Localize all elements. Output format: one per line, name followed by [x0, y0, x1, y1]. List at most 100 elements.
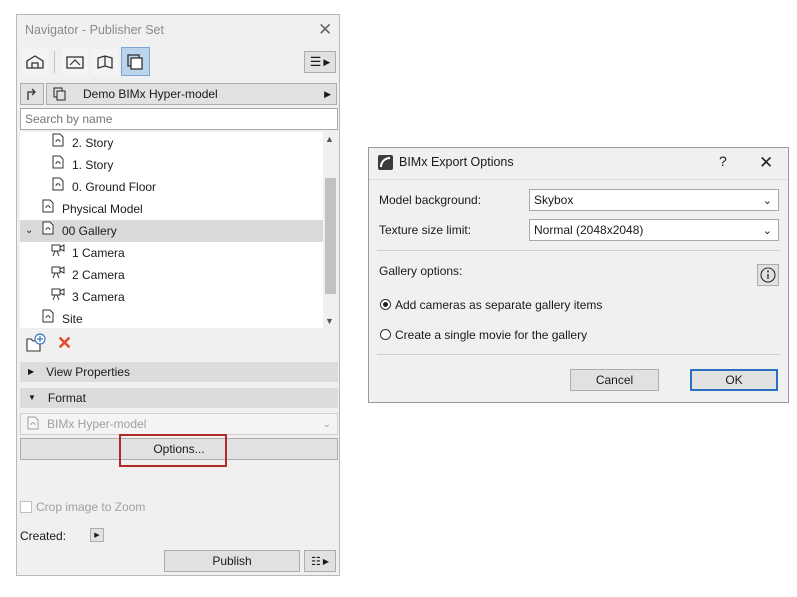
publish-button-label: Publish	[212, 554, 252, 568]
toolbar-divider	[54, 51, 55, 73]
tree-item-label: 1. Story	[72, 158, 114, 172]
story-view-icon	[50, 176, 66, 199]
chevron-down-icon[interactable]: ⌄	[25, 220, 33, 242]
camera-icon	[50, 264, 66, 286]
navigator-tree: 2. Story 1. Story 0. Ground Floor Physic…	[20, 132, 338, 328]
radio-single-label: Create a single movie for the gallery	[395, 328, 588, 342]
created-expand-button[interactable]: ▶	[90, 528, 104, 542]
chevron-down-icon: ▼	[28, 393, 36, 402]
section-label: Format	[47, 391, 86, 405]
format-header[interactable]: ▼ Format	[20, 388, 338, 408]
tree-item[interactable]: Physical Model	[20, 198, 338, 220]
tree-item[interactable]: 1 Camera	[20, 242, 338, 264]
publisher-set-selector[interactable]: Demo BIMx Hyper-model ▶	[46, 83, 337, 105]
title-divider	[369, 179, 788, 180]
highlight-box	[119, 434, 227, 467]
tree-item[interactable]: Site	[20, 308, 338, 328]
bimx-format-icon	[25, 415, 41, 434]
model-background-select[interactable]: Skybox ⌄	[529, 189, 779, 211]
dialog-title: BIMx Export Options	[399, 155, 514, 169]
section-label: View Properties	[46, 365, 130, 379]
tree-item-label: Physical Model	[62, 202, 143, 216]
tree-item-label: 0. Ground Floor	[72, 180, 157, 194]
model-background-value: Skybox	[534, 193, 574, 207]
texture-size-value: Normal (2048x2048)	[534, 223, 644, 237]
cancel-button[interactable]: Cancel	[570, 369, 659, 391]
tree-item[interactable]: 1. Story	[20, 154, 338, 176]
chevron-down-icon: ⌄	[322, 418, 331, 430]
format-select: BIMx Hyper-model ⌄	[20, 413, 338, 435]
scroll-down-icon[interactable]: ▼	[325, 316, 334, 326]
up-arrow-icon	[27, 88, 36, 100]
info-button[interactable]	[757, 264, 779, 286]
tree-item[interactable]: 2. Story	[20, 132, 338, 154]
cancel-button-label: Cancel	[595, 373, 634, 387]
radio-separate-label: Add cameras as separate gallery items	[395, 298, 603, 312]
ok-button[interactable]: OK	[690, 369, 778, 391]
go-up-button[interactable]	[20, 83, 44, 105]
new-folder-icon[interactable]	[25, 333, 47, 356]
delete-icon[interactable]: ✕	[57, 334, 72, 352]
chevron-right-icon: ▶	[28, 367, 35, 376]
divider	[377, 250, 780, 251]
close-icon[interactable]: ✕	[759, 154, 773, 171]
publish-button[interactable]: Publish	[164, 550, 300, 572]
navigator-menu-button[interactable]: ☰ ▶	[304, 51, 336, 73]
tree-scrollbar[interactable]: ▲ ▼	[323, 132, 338, 328]
publish-options-button[interactable]: ☷ ▶	[304, 550, 336, 572]
close-icon[interactable]: ✕	[318, 21, 332, 38]
project-map-icon[interactable]	[22, 49, 48, 75]
chevron-down-icon: ⌄	[762, 224, 772, 237]
chevron-right-icon: ▶	[322, 556, 330, 566]
story-view-icon	[50, 132, 66, 155]
texture-size-select[interactable]: Normal (2048x2048) ⌄	[529, 219, 779, 241]
chevron-right-icon: ▶	[324, 88, 331, 99]
crop-label: Crop image to Zoom	[36, 500, 146, 514]
radio-separate-items[interactable]	[380, 299, 391, 310]
gallery-folder-icon	[40, 220, 56, 243]
help-button[interactable]: ?	[719, 153, 727, 169]
hamburger-icon: ☰	[309, 54, 322, 69]
tree-item-label: 2 Camera	[72, 268, 125, 282]
set-icon	[53, 87, 66, 101]
layout-book-icon[interactable]	[92, 49, 118, 75]
tree-item-selected[interactable]: ⌄ 00 Gallery	[20, 220, 338, 242]
story-view-icon	[50, 154, 66, 177]
publisher-sets-icon[interactable]	[121, 47, 150, 76]
camera-icon	[50, 286, 66, 308]
navigator-panel: Navigator - Publisher Set ✕ ☰ ▶ Demo BIM…	[16, 14, 340, 576]
texture-size-label: Texture size limit:	[379, 223, 472, 237]
bimx-export-options-dialog: BIMx Export Options ? ✕ Model background…	[368, 147, 789, 403]
camera-icon	[50, 242, 66, 264]
view-properties-header[interactable]: ▶ View Properties	[20, 362, 338, 382]
tree-item-label: 3 Camera	[72, 290, 125, 304]
chevron-right-icon: ▶	[323, 56, 331, 67]
scrollbar-thumb[interactable]	[325, 178, 336, 294]
format-value: BIMx Hyper-model	[47, 417, 147, 431]
gallery-options-label: Gallery options:	[379, 264, 463, 278]
model-view-icon	[40, 198, 56, 221]
site-view-icon	[40, 308, 56, 329]
list-icon: ☷	[310, 555, 321, 568]
tree-item-label: Site	[62, 312, 83, 326]
tree-item[interactable]: 2 Camera	[20, 264, 338, 286]
model-background-label: Model background:	[379, 193, 482, 207]
navigator-title: Navigator - Publisher Set	[25, 23, 164, 37]
tree-item-label: 2. Story	[72, 136, 114, 150]
divider	[377, 354, 780, 355]
scroll-up-icon[interactable]: ▲	[325, 134, 334, 144]
ok-button-label: OK	[725, 373, 743, 387]
set-name: Demo BIMx Hyper-model	[83, 87, 218, 101]
radio-single-movie[interactable]	[380, 329, 391, 340]
tree-item[interactable]: 3 Camera	[20, 286, 338, 308]
search-input[interactable]	[20, 108, 338, 130]
created-label: Created:	[20, 529, 67, 543]
info-icon	[760, 267, 776, 283]
view-map-icon[interactable]	[62, 49, 88, 75]
tree-item-label: 1 Camera	[72, 246, 125, 260]
chevron-right-icon: ▶	[94, 532, 100, 539]
tree-item-label: 00 Gallery	[62, 224, 117, 238]
tree-item[interactable]: 0. Ground Floor	[20, 176, 338, 198]
chevron-down-icon: ⌄	[762, 194, 772, 207]
crop-checkbox[interactable]	[20, 501, 32, 513]
